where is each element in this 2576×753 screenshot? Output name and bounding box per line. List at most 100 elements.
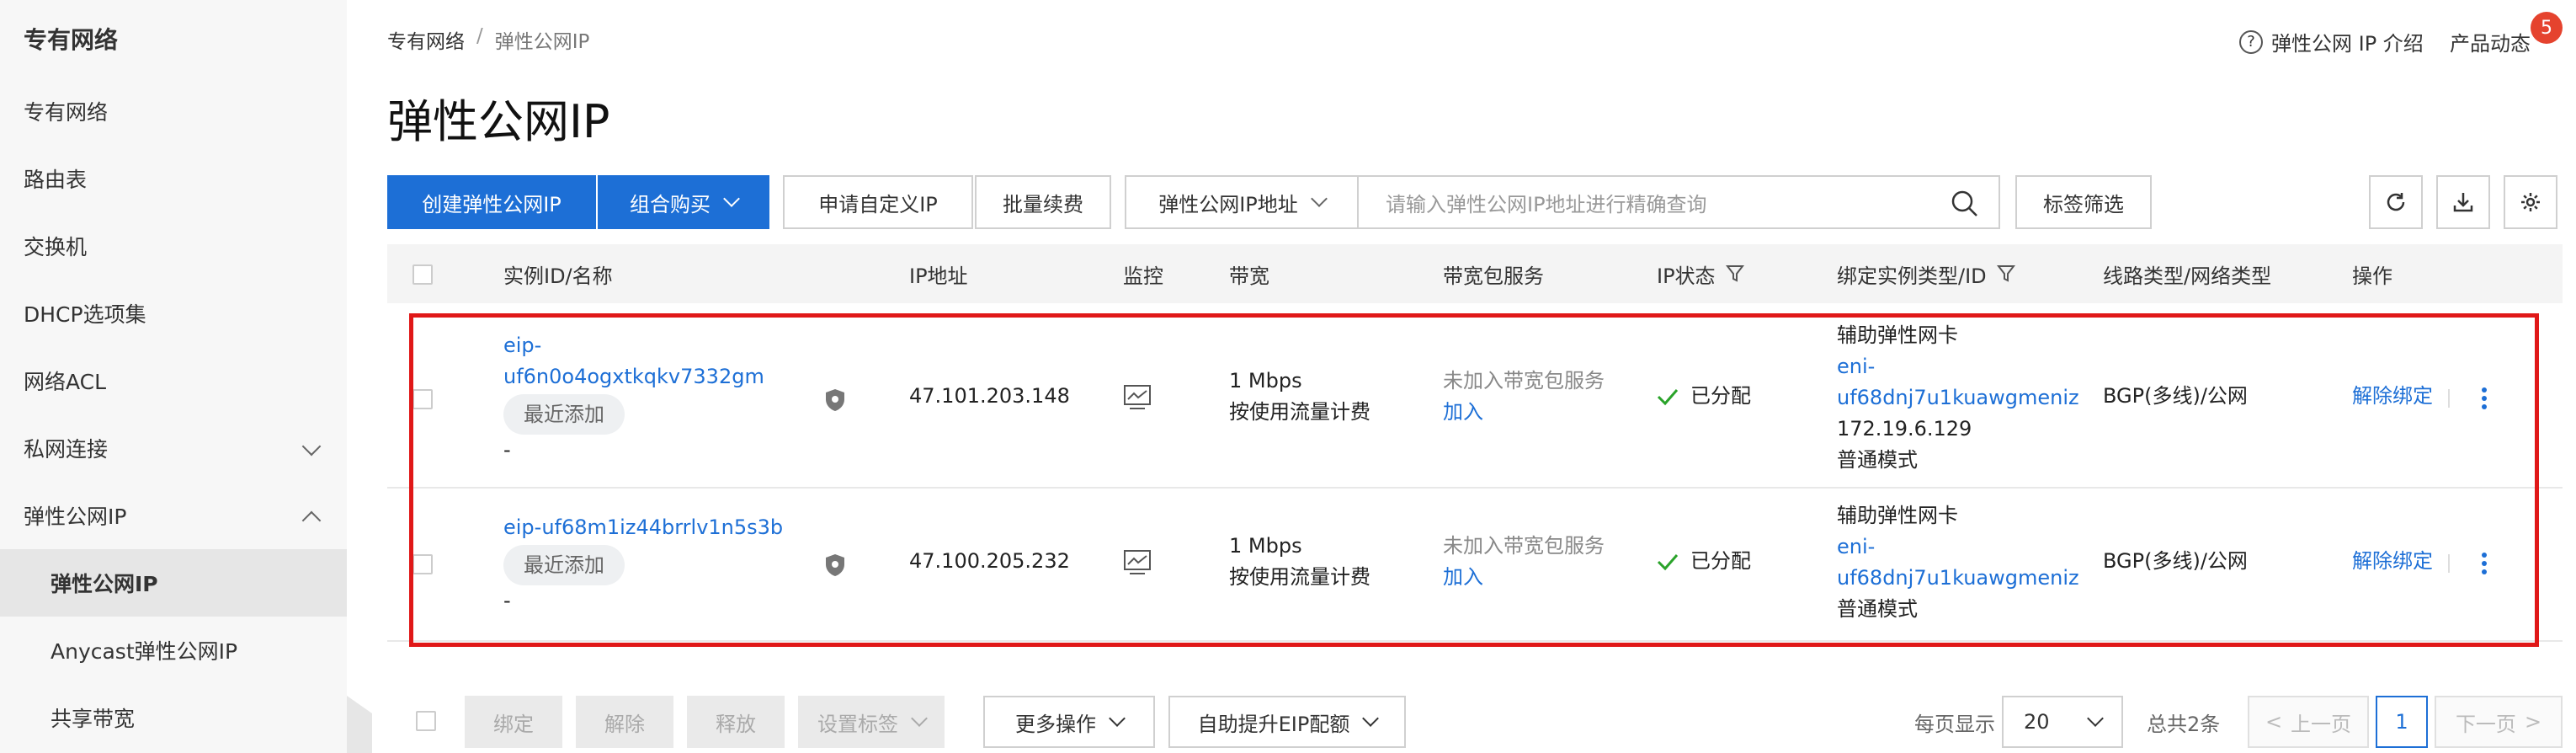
more-actions-label: 更多操作 [1015,712,1096,736]
column-header-monitor: 监控 [1123,264,1163,288]
unbind-button[interactable]: 解除 [576,696,673,748]
sidebar-collapse-handle[interactable] [347,696,372,753]
sidebar-item-route-table[interactable]: 路由表 [0,145,347,212]
notification-badge: 5 [2531,12,2563,44]
column-header-status-label: IP状态 [1657,264,1716,288]
help-link-label: 弹性公网 IP 介绍 [2271,32,2424,56]
combo-purchase-button[interactable]: 组合购买 [598,175,769,229]
sidebar-item-eip[interactable]: 弹性公网IP [0,549,347,617]
page-title: 弹性公网IP [387,95,610,148]
sidebar-item-label: 弹性公网IP [24,505,127,529]
page-size-value: 20 [2024,710,2050,734]
filter-icon[interactable] [1996,264,2015,284]
search-input[interactable]: 请输入弹性公网IP地址进行精确查询 [1357,175,2000,229]
sidebar-item-label: 私网连接 [24,437,109,462]
column-header-ip: IP地址 [909,264,968,288]
chevron-left-icon: < [2265,710,2283,734]
apply-custom-ip-button[interactable]: 申请自定义IP [783,175,973,229]
gear-icon [2521,193,2540,211]
create-eip-label: 创建弹性公网IP [422,192,562,216]
sidebar-item-label: Anycast弹性公网IP [51,639,238,664]
sidebar-item-vpc[interactable]: 专有网络 [0,77,347,145]
more-actions-button[interactable]: 更多操作 [983,696,1155,748]
filter-icon[interactable] [1725,264,1744,284]
next-page-label: 下一页 [2455,712,2516,736]
footer-select-all-checkbox[interactable] [416,711,436,731]
bind-label: 绑定 [493,712,534,736]
prev-page-button[interactable]: < 上一页 [2248,696,2369,748]
quota-increase-button[interactable]: 自助提升EIP配额 [1168,696,1406,748]
page-size-select[interactable]: 20 [2002,696,2123,748]
chevron-up-icon [301,510,322,531]
help-circle-icon: ? [2239,29,2263,54]
search-icon[interactable] [1950,189,1980,219]
highlight-box [409,313,2539,647]
breadcrumb-current: 弹性公网IP [494,31,590,53]
breadcrumb-separator: / [476,25,483,47]
sidebar-title: 专有网络 [24,26,119,54]
sidebar-item-vswitch[interactable]: 交换机 [0,212,347,280]
page-size-label: 每页显示 [1914,712,1995,736]
sidebar-item-anycast-eip[interactable]: Anycast弹性公网IP [0,617,347,684]
batch-renew-button[interactable]: 批量续费 [975,175,1111,229]
chevron-down-icon [1362,710,1380,727]
download-button[interactable] [2436,175,2490,229]
apply-custom-ip-label: 申请自定义IP [818,192,938,216]
select-all-checkbox[interactable] [412,264,433,285]
product-news-link[interactable]: 产品动态 [2450,27,2531,56]
column-header-package: 带宽包服务 [1443,264,1544,288]
sidebar-item-label: 弹性公网IP [51,572,158,596]
sidebar-item-acl[interactable]: 网络ACL [0,347,347,414]
chevron-down-icon [723,190,740,207]
column-header-instance: 实例ID/名称 [503,264,613,288]
chevron-down-icon [1109,710,1126,727]
chevron-right-icon: > [2524,710,2542,734]
unbind-label: 解除 [604,712,645,736]
settings-button[interactable] [2504,175,2557,229]
chevron-down-icon [1310,190,1328,207]
next-page-button[interactable]: 下一页 > [2435,696,2563,748]
release-button[interactable]: 释放 [687,696,785,748]
release-label: 释放 [716,712,756,736]
refresh-icon [2387,193,2405,211]
table-header: 实例ID/名称 IP地址 监控 带宽 带宽包服务 IP状态 绑定实例类型/ID … [387,244,2563,303]
breadcrumb-root[interactable]: 专有网络 [387,25,465,54]
search-field-select[interactable]: 弹性公网IP地址 [1125,175,1359,229]
chevron-down-icon [911,710,928,727]
tag-filter-button[interactable]: 标签筛选 [2015,175,2152,229]
batch-renew-label: 批量续费 [1003,192,1083,216]
refresh-button[interactable] [2369,175,2423,229]
console-page: 专有网络 专有网络 路由表 交换机 DHCP选项集 网络ACL 私网连接 弹性公… [0,0,2576,753]
sidebar-item-label: 路由表 [24,168,88,192]
sidebar-item-label: DHCP选项集 [24,302,146,327]
sidebar-item-private-link[interactable]: 私网连接 [0,414,347,482]
quota-increase-label: 自助提升EIP配额 [1197,712,1350,736]
column-header-bandwidth: 带宽 [1229,264,1269,288]
search-field-label: 弹性公网IP地址 [1158,192,1298,216]
help-link[interactable]: ? 弹性公网 IP 介绍 [2239,27,2424,56]
column-header-bound: 绑定实例类型/ID [1837,244,2015,303]
column-header-status: IP状态 [1657,244,1744,303]
sidebar: 专有网络 专有网络 路由表 交换机 DHCP选项集 网络ACL 私网连接 弹性公… [0,0,347,753]
tag-filter-label: 标签筛选 [2043,192,2124,216]
set-tags-label: 设置标签 [817,712,898,736]
bind-button[interactable]: 绑定 [465,696,562,748]
prev-page-label: 上一页 [2291,712,2352,736]
column-header-ops: 操作 [2352,264,2392,288]
sidebar-item-eip-group[interactable]: 弹性公网IP [0,482,347,549]
create-eip-button[interactable]: 创建弹性公网IP [387,175,596,229]
page-number-button[interactable]: 1 [2376,696,2428,748]
breadcrumb: 专有网络 / 弹性公网IP [387,25,589,54]
combo-purchase-label: 组合购买 [630,192,711,216]
column-header-line: 线路类型/网络类型 [2103,264,2272,288]
sidebar-item-shared-bandwidth[interactable]: 共享带宽 [0,684,347,751]
total-count: 总共2条 [2147,712,2221,736]
product-news-label: 产品动态 [2450,32,2531,56]
sidebar-item-dhcp[interactable]: DHCP选项集 [0,280,347,347]
search-placeholder: 请输入弹性公网IP地址进行精确查询 [1386,192,1707,216]
set-tags-button[interactable]: 设置标签 [798,696,945,748]
sidebar-item-label: 共享带宽 [51,707,136,731]
sidebar-item-label: 交换机 [24,235,88,259]
chevron-down-icon [301,436,322,457]
column-header-bound-label: 绑定实例类型/ID [1837,264,1987,288]
